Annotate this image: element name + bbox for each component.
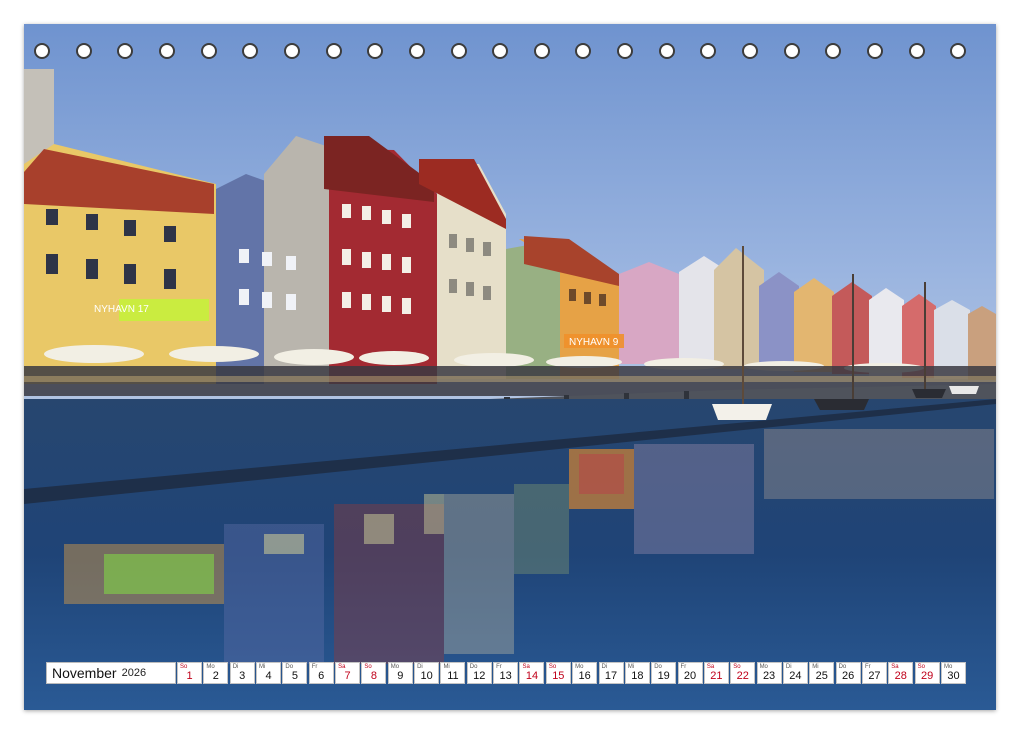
day-cell: Fr 13: [493, 662, 519, 684]
binding-hole: [867, 43, 883, 59]
day-number: 16: [578, 670, 591, 682]
day-cell: Di 24: [782, 662, 808, 684]
day-cell: Mi 4: [256, 662, 282, 684]
binding-hole: [742, 43, 759, 59]
day-number: 26: [841, 670, 855, 682]
binding-hole: [825, 43, 842, 59]
nyhavn-photo: NYHAVN 9 NYHAVN 17: [24, 24, 996, 710]
day-number: 29: [921, 670, 934, 682]
day-cell: Mo 23: [756, 662, 782, 684]
day-cell: So 15: [545, 662, 571, 684]
day-cell: Di 17: [598, 662, 624, 684]
day-cell: So 29: [914, 662, 940, 684]
binding-hole: [575, 43, 592, 59]
binding-hole: [34, 43, 50, 59]
day-cell: Do 12: [466, 662, 492, 684]
day-cell: Mo 16: [572, 662, 598, 684]
month-name: November: [52, 665, 117, 681]
day-cell: Sa 28: [888, 662, 914, 684]
binding-hole: [117, 43, 134, 59]
day-number: 5: [291, 670, 298, 682]
day-cell: So 22: [730, 662, 756, 684]
binding-hole: [408, 43, 425, 59]
day-cell: So 8: [361, 662, 387, 684]
day-cell: Mo 9: [387, 662, 413, 684]
day-number: 1: [186, 670, 193, 682]
binding-hole: [158, 43, 175, 59]
day-number: 14: [525, 670, 539, 682]
svg-text:NYHAVN 9: NYHAVN 9: [569, 337, 619, 348]
month-label: November 2026: [46, 662, 176, 684]
day-cell: Sa 21: [703, 662, 729, 684]
day-cell: So 1: [177, 662, 202, 684]
day-cell: Sa 7: [335, 662, 361, 684]
day-cell: Di 10: [414, 662, 440, 684]
day-cell: Do 19: [651, 662, 677, 684]
calendar-strip: November 2026 So 1 Mo 2 Di 3 Mi 4 Do 5 Fr 6 Sa 7 So 8 Mo…: [46, 662, 967, 684]
day-cell: Mi 11: [440, 662, 466, 684]
day-number: 19: [657, 670, 670, 682]
day-number: 2: [212, 670, 219, 682]
binding-hole: [200, 43, 217, 59]
day-cell: Do 26: [835, 662, 861, 684]
day-number: 4: [265, 670, 272, 682]
day-cell: Fr 20: [677, 662, 703, 684]
day-number: 17: [604, 670, 618, 682]
day-cell: Mi 25: [809, 662, 835, 684]
day-number: 18: [631, 670, 644, 682]
binding-hole: [533, 43, 550, 59]
day-number: 12: [473, 670, 486, 682]
day-number: 10: [420, 670, 433, 682]
day-number: 28: [894, 670, 907, 682]
binding-hole: [617, 43, 634, 59]
binding-hole: [783, 43, 800, 59]
day-number: 7: [344, 670, 351, 682]
day-cell: Do 5: [282, 662, 308, 684]
binding-hole: [75, 43, 92, 59]
day-cell: Fr 6: [308, 662, 334, 684]
day-number: 3: [239, 670, 246, 682]
day-number: 23: [762, 670, 776, 682]
binding-hole: [700, 43, 717, 59]
day-number: 6: [318, 670, 325, 682]
binding-hole: [950, 43, 967, 59]
day-number: 30: [947, 670, 960, 682]
year-label: 2026: [121, 667, 147, 679]
day-number: 11: [447, 670, 459, 682]
binding-hole: [658, 43, 675, 59]
day-number: 8: [370, 670, 377, 682]
day-cell: Sa 14: [519, 662, 545, 684]
day-number: 22: [736, 670, 749, 682]
day-number: 24: [789, 670, 802, 682]
day-number: 13: [499, 670, 512, 682]
day-number: 21: [710, 670, 723, 682]
binding-hole: [450, 43, 467, 59]
calendar-page: NYHAVN 9 NYHAVN 17 November 2026 So 1 Mo…: [24, 24, 996, 710]
binding-hole: [492, 43, 509, 59]
day-number: 27: [868, 670, 881, 682]
binding-hole: [242, 43, 259, 59]
day-number: 20: [683, 670, 697, 682]
binding-holes: [24, 43, 996, 65]
day-cell: Mo 30: [940, 662, 966, 684]
binding-hole: [283, 43, 300, 59]
day-cell: Di 3: [229, 662, 255, 684]
day-number: 9: [397, 670, 404, 682]
day-cell: Fr 27: [861, 662, 887, 684]
day-number: 15: [552, 670, 565, 682]
day-cell: Mi 18: [624, 662, 650, 684]
svg-text:NYHAVN 17: NYHAVN 17: [94, 304, 149, 315]
day-cell: Mo 2: [203, 662, 229, 684]
binding-hole: [908, 43, 925, 59]
day-number: 25: [815, 670, 828, 682]
binding-hole: [367, 43, 384, 59]
binding-hole: [325, 43, 342, 59]
